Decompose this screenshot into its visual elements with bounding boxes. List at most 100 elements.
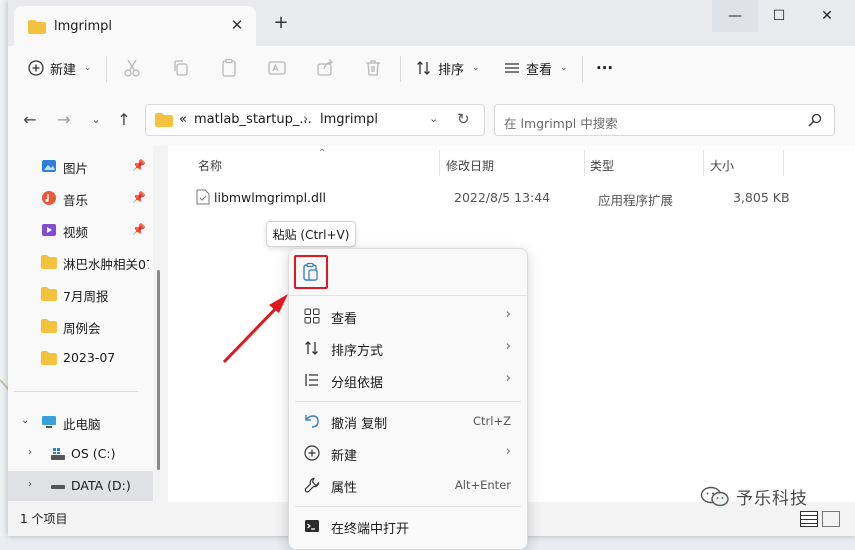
view-toggle (800, 511, 840, 527)
toolbar-divider (582, 56, 583, 82)
view-button[interactable]: 查看 ⌄ (504, 56, 568, 80)
breadcrumb-item[interactable]: lmgrimpl (320, 112, 378, 127)
share-icon[interactable] (315, 58, 335, 78)
column-type[interactable]: 类型 (590, 157, 614, 174)
paste-button[interactable] (294, 255, 328, 289)
forward-arrow-icon[interactable]: → (54, 110, 74, 130)
up-arrow-icon[interactable]: ↑ (114, 110, 134, 130)
table-row[interactable]: libmwlmgrimpl.dll 2022/8/5 13:44 应用程序扩展 … (188, 186, 790, 210)
tab-lmgrimpl[interactable]: lmgrimpl ✕ (14, 6, 256, 46)
sidebar-item-drive-c[interactable]: › OS (C:) (8, 439, 153, 469)
sidebar-divider (14, 391, 138, 392)
menu-item-group-by[interactable]: 分组依据 › (293, 365, 523, 395)
address-bar[interactable]: « matlab_startup_... › lmgrimpl ⌄ ↻ (145, 104, 485, 136)
sidebar-item-folder[interactable]: 周例会 (8, 311, 153, 341)
command-bar: 新建 ⌄ 排序 ⌄ 查看 ⌄ ··· (8, 46, 855, 91)
grid-icon (304, 308, 320, 324)
column-name[interactable]: 名称 (198, 157, 222, 174)
expand-chevron-icon[interactable]: › (28, 447, 32, 458)
folder-icon (41, 351, 57, 365)
breadcrumb-item[interactable]: matlab_startup_... (194, 112, 312, 127)
column-divider (584, 150, 585, 176)
expand-chevron-icon[interactable]: › (28, 479, 32, 490)
watermark: 予乐科技 (700, 484, 808, 509)
search-box[interactable]: 在 lmgrimpl 中搜索 (494, 104, 835, 136)
new-label: 新建 (50, 62, 77, 78)
folder-icon (28, 20, 46, 34)
toolbar-divider (400, 56, 401, 82)
recent-chevron-icon[interactable]: ⌄ (86, 110, 106, 130)
new-button[interactable]: 新建 ⌄ (28, 56, 92, 80)
file-date: 2022/8/5 13:44 (454, 190, 551, 205)
sidebar-item-this-pc[interactable]: ⌄ 此电脑 (8, 407, 153, 437)
submenu-arrow-icon: › (505, 444, 511, 459)
file-size: 3,805 KB (733, 190, 790, 205)
column-size[interactable]: 大小 (710, 157, 734, 174)
details-view-icon[interactable] (800, 511, 818, 527)
column-headers: ⌃ 名称 修改日期 类型 大小 (168, 146, 855, 180)
sort-button[interactable]: 排序 ⌄ (416, 56, 480, 80)
breadcrumb-overflow[interactable]: « (179, 112, 187, 127)
tab-title: lmgrimpl (54, 19, 113, 34)
menu-item-undo-copy[interactable]: 撤消 复制 Ctrl+Z (293, 406, 523, 436)
folder-icon (41, 319, 57, 333)
toolbar-divider (106, 56, 107, 82)
sidebar-item-pictures[interactable]: 图片 📌 (8, 151, 153, 181)
chevron-down-icon: ⌄ (84, 63, 92, 73)
music-icon (42, 191, 56, 205)
tab-close-icon[interactable]: ✕ (228, 16, 246, 34)
expand-chevron-icon[interactable]: ⌄ (21, 415, 29, 426)
shortcut-label: Ctrl+Z (473, 414, 511, 428)
paste-icon (303, 262, 318, 281)
copy-icon[interactable] (171, 58, 191, 78)
drive-c-icon (51, 448, 65, 460)
folder-icon (41, 255, 57, 269)
pin-icon: 📌 (132, 159, 146, 172)
paste-icon[interactable] (219, 58, 239, 78)
video-icon (42, 224, 56, 236)
paste-tooltip: 粘贴 (Ctrl+V) (266, 221, 356, 247)
context-menu: 查看 › 排序方式 › 分组依据 › 撤消 复制 Ctrl+Z 新建 › 属性 Alt+En… (288, 248, 528, 550)
rename-icon[interactable] (267, 58, 287, 78)
menu-item-open-in-terminal[interactable]: 在终端中打开 (293, 511, 523, 541)
drive-d-icon (51, 485, 65, 489)
submenu-arrow-icon: › (505, 339, 511, 354)
computer-icon (42, 416, 56, 428)
delete-icon[interactable] (363, 58, 383, 78)
file-name: libmwlmgrimpl.dll (214, 190, 326, 205)
sidebar-scrollbar[interactable] (157, 270, 160, 470)
refresh-icon[interactable]: ↻ (457, 110, 470, 128)
terminal-icon (305, 520, 319, 532)
breadcrumb-separator-icon: › (303, 112, 309, 127)
menu-item-properties[interactable]: 属性 Alt+Enter (293, 470, 523, 500)
folder-icon (155, 113, 173, 127)
new-icon (304, 445, 320, 461)
maximize-button[interactable]: ☐ (756, 0, 802, 32)
minimize-button[interactable]: — (712, 0, 758, 32)
sidebar-item-music[interactable]: 音乐 📌 (8, 183, 153, 213)
sidebar-item-drive-d[interactable]: › DATA (D:) (8, 471, 153, 501)
more-options-button[interactable]: ··· (596, 56, 613, 80)
back-arrow-icon[interactable]: ← (20, 110, 40, 130)
tiles-view-icon[interactable] (822, 511, 840, 527)
shortcut-label: Alt+Enter (454, 478, 511, 492)
group-icon (305, 374, 318, 386)
column-date[interactable]: 修改日期 (446, 157, 494, 174)
menu-item-sort-by[interactable]: 排序方式 › (293, 333, 523, 363)
sidebar-item-folder[interactable]: 7月周报 (8, 279, 153, 309)
menu-item-view[interactable]: 查看 › (293, 301, 523, 331)
chevron-down-icon: ⌄ (560, 63, 568, 73)
sidebar-item-videos[interactable]: 视频 📌 (8, 215, 153, 245)
context-menu-quick-actions (289, 249, 527, 296)
menu-item-new[interactable]: 新建 › (293, 438, 523, 468)
properties-icon (304, 477, 320, 493)
cut-icon[interactable] (122, 58, 142, 78)
tab-bar: lmgrimpl ✕ + — ☐ ✕ (8, 0, 855, 46)
sidebar-item-folder[interactable]: 2023-07 (8, 343, 153, 373)
address-dropdown-icon[interactable]: ⌄ (429, 112, 438, 125)
close-window-button[interactable]: ✕ (804, 0, 850, 32)
new-tab-button[interactable]: + (270, 12, 292, 34)
sidebar-item-folder[interactable]: 淋巴水肿相关07 (8, 247, 153, 277)
submenu-arrow-icon: › (505, 371, 511, 386)
menu-divider (295, 506, 521, 507)
